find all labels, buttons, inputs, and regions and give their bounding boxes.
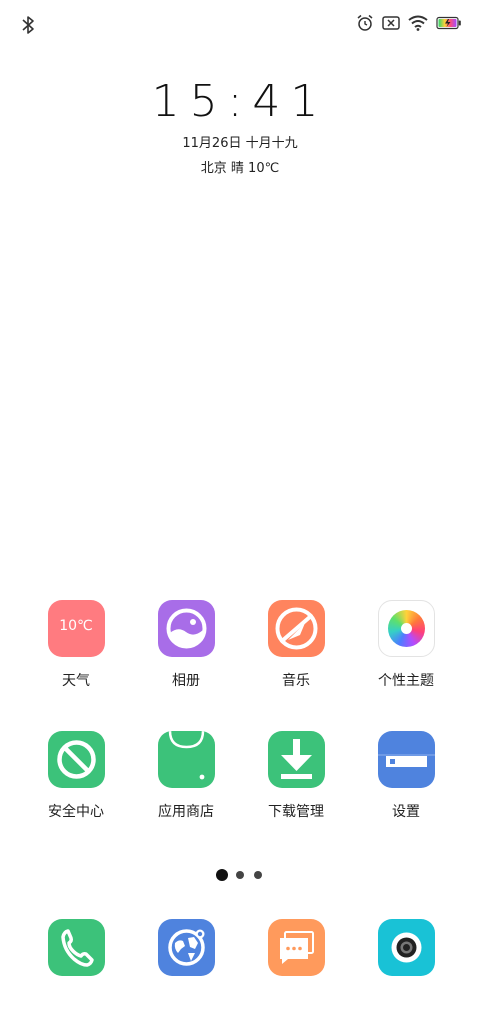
- app-label: 相册: [172, 673, 200, 689]
- page-indicator[interactable]: [0, 868, 480, 882]
- download-icon: [267, 731, 325, 788]
- clock-date: 11月26日 十月十九: [182, 136, 298, 151]
- app-label: 个性主题: [378, 673, 434, 689]
- messages-icon: [267, 919, 325, 976]
- app-gallery[interactable]: 相册: [136, 600, 236, 690]
- battery-charging-icon: [436, 16, 461, 30]
- weather-icon-temp: 10℃: [59, 618, 93, 634]
- page-dot: [236, 871, 244, 879]
- app-label: 安全中心: [48, 804, 104, 820]
- clock-widget[interactable]: 15:41 11月26日 十月十九 北京 晴 10℃: [0, 76, 480, 177]
- app-label: 音乐: [282, 673, 310, 689]
- dock-camera[interactable]: [356, 919, 456, 976]
- music-icon: [267, 600, 325, 657]
- app-label: 设置: [392, 804, 420, 820]
- wifi-icon: [408, 15, 428, 31]
- app-label: 下载管理: [268, 804, 324, 820]
- app-row: 10℃ 天气 相册 音乐 个性主题: [0, 600, 480, 710]
- settings-icon: [377, 731, 435, 788]
- theme-icon: [377, 600, 435, 657]
- security-icon: [47, 731, 105, 788]
- dock-phone[interactable]: [26, 919, 126, 976]
- status-icons: [356, 14, 462, 32]
- dock-messages[interactable]: [246, 919, 346, 976]
- phone-icon: [47, 919, 105, 976]
- weather-icon: 10℃: [47, 600, 105, 657]
- app-store[interactable]: 应用商店: [136, 731, 236, 821]
- no-sim-icon: [382, 16, 400, 30]
- page-dot: [254, 871, 262, 879]
- status-bar: [0, 0, 480, 50]
- app-downloads[interactable]: 下载管理: [246, 731, 346, 821]
- alarm-icon: [357, 14, 373, 31]
- clock-time: 15:41: [151, 76, 329, 127]
- bluetooth-icon: [22, 16, 34, 34]
- page-dot-active: [216, 869, 228, 881]
- app-settings[interactable]: 设置: [356, 731, 456, 821]
- gallery-icon: [157, 600, 215, 657]
- dock: [0, 919, 480, 979]
- browser-icon: [157, 919, 215, 976]
- app-label: 应用商店: [158, 804, 214, 820]
- app-store-icon: [157, 731, 215, 788]
- weather-summary: 北京 晴 10℃: [200, 161, 280, 176]
- app-security[interactable]: 安全中心: [26, 731, 126, 821]
- app-music[interactable]: 音乐: [246, 600, 346, 690]
- app-weather[interactable]: 10℃ 天气: [26, 600, 126, 690]
- dock-browser[interactable]: [136, 919, 236, 976]
- app-label: 天气: [62, 673, 90, 689]
- app-row: 安全中心 应用商店 下载管理 设置: [0, 731, 480, 841]
- camera-icon: [377, 919, 435, 976]
- app-theme[interactable]: 个性主题: [356, 600, 456, 690]
